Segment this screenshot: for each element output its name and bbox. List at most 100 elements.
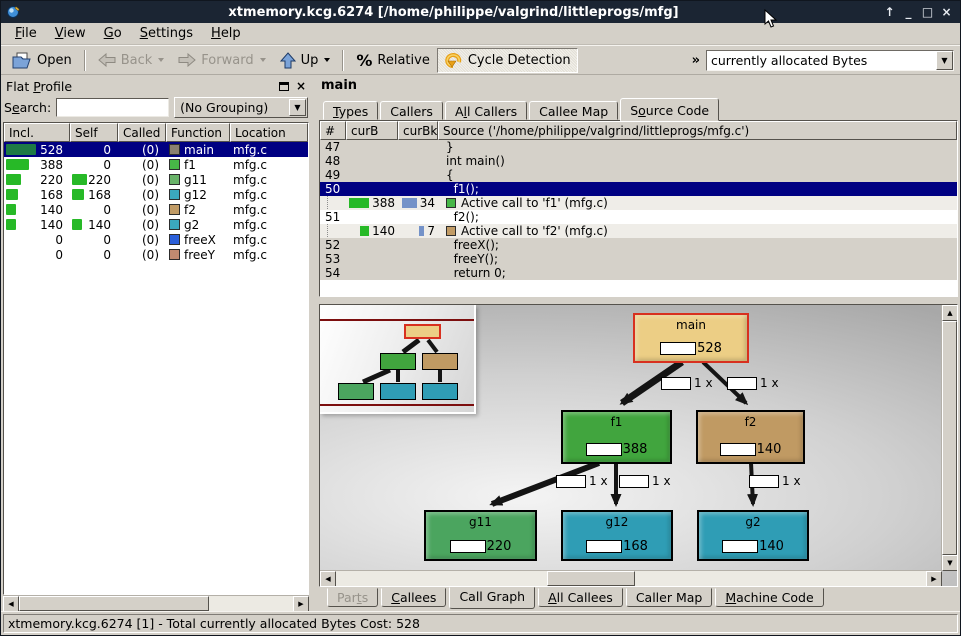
- table-row-freeX[interactable]: 0 0 (0) freeX mfg.c: [4, 232, 308, 247]
- source-line[interactable]: 47}: [320, 140, 957, 154]
- scroll-right-icon[interactable]: ▶: [926, 571, 942, 587]
- source-line[interactable]: 51 f2();: [320, 210, 957, 224]
- dock-close-icon[interactable]: ×: [296, 81, 306, 91]
- scroll-left-icon[interactable]: ◀: [320, 571, 336, 587]
- cycle-detection-button[interactable]: Cycle Detection: [437, 48, 578, 73]
- tab-types[interactable]: Types: [323, 101, 378, 120]
- table-row-g11[interactable]: 220 220 (0) g11 mfg.c: [4, 172, 308, 187]
- tab-parts[interactable]: Parts: [327, 588, 378, 607]
- graph-node-f2[interactable]: f2 140: [696, 410, 805, 464]
- tab-caller-map[interactable]: Caller Map: [626, 588, 713, 607]
- table-row-main[interactable]: 528 0 (0) main mfg.c: [4, 142, 308, 157]
- scroll-thumb[interactable]: [942, 321, 957, 555]
- scroll-thumb[interactable]: [19, 596, 209, 611]
- col-incl[interactable]: Incl.: [4, 123, 70, 142]
- open-button[interactable]: Open: [5, 48, 79, 73]
- tree-branch-icon: [327, 196, 328, 211]
- graph-node-g2[interactable]: g2 140: [697, 510, 809, 561]
- function-color-icon: [446, 198, 456, 208]
- node-label: f2: [745, 415, 757, 429]
- forward-dropdown-icon[interactable]: [260, 58, 266, 62]
- source-line[interactable]: 48int main(): [320, 154, 957, 168]
- function-color-icon: [169, 189, 180, 200]
- graph-hscrollbar[interactable]: ◀ ▶: [320, 570, 942, 586]
- metric-combo[interactable]: currently allocated Bytes ▼: [706, 50, 954, 71]
- maximize-button[interactable]: □: [918, 5, 937, 19]
- menu-view[interactable]: View: [47, 24, 94, 43]
- graph-node-f1[interactable]: f1 388: [561, 410, 672, 464]
- graph-overview-minimap[interactable]: [320, 305, 476, 414]
- up-button[interactable]: Up: [273, 48, 338, 73]
- up-dropdown-icon[interactable]: [324, 58, 330, 62]
- col-source[interactable]: Source ('/home/philippe/valgrind/littlep…: [438, 121, 957, 140]
- source-call-line[interactable]: 140 7 Active call to 'f2' (mfg.c): [320, 224, 957, 238]
- graph-node-g11[interactable]: g11 220: [424, 510, 537, 561]
- status-message: xtmemory.kcg.6274 [1] - Total currently …: [3, 614, 958, 633]
- source-line-selected[interactable]: 50 f1();: [320, 182, 957, 196]
- table-row-f2[interactable]: 140 0 (0) f2 mfg.c: [4, 202, 308, 217]
- tab-machine-code[interactable]: Machine Code: [715, 588, 823, 607]
- close-button[interactable]: ×: [937, 5, 956, 19]
- flat-profile-dock: Flat Profile × Search: (No Grouping) ▼ I…: [3, 77, 309, 611]
- search-label: Search:: [4, 100, 51, 115]
- table-row-g12[interactable]: 168 168 (0) g12 mfg.c: [4, 187, 308, 202]
- node-cost-bar: [586, 540, 622, 553]
- minimap-node-g12: [380, 383, 416, 400]
- menu-go[interactable]: Go: [96, 24, 130, 43]
- tab-callers[interactable]: Callers: [380, 101, 443, 120]
- menu-settings[interactable]: Settings: [132, 24, 201, 43]
- minimize-button[interactable]: _: [899, 5, 918, 19]
- grouping-combo[interactable]: (No Grouping) ▼: [174, 97, 308, 118]
- toolbar-overflow-icon[interactable]: »: [692, 53, 700, 68]
- metric-combo-arrow-icon[interactable]: ▼: [936, 51, 953, 70]
- tab-all-callers[interactable]: All Callers: [445, 101, 527, 120]
- col-called[interactable]: Called: [118, 123, 166, 142]
- mouse-cursor: [764, 9, 778, 29]
- tab-call-graph[interactable]: Call Graph: [449, 587, 535, 609]
- grouping-combo-value: (No Grouping): [180, 100, 268, 115]
- menu-help[interactable]: Help: [203, 24, 249, 43]
- table-row-freeY[interactable]: 0 0 (0) freeY mfg.c: [4, 247, 308, 262]
- col-function[interactable]: Function: [166, 123, 230, 142]
- scroll-right-icon[interactable]: ▶: [293, 596, 309, 612]
- back-dropdown-icon[interactable]: [158, 58, 164, 62]
- col-curb[interactable]: curB: [346, 121, 398, 140]
- source-call-line[interactable]: 388 34 Active call to 'f1' (mfg.c): [320, 196, 957, 210]
- scroll-up-icon[interactable]: ▲: [942, 305, 958, 321]
- graph-vscrollbar[interactable]: ▲ ▼: [941, 305, 957, 571]
- shade-button[interactable]: ↑: [880, 5, 899, 19]
- tab-all-callees[interactable]: All Callees: [538, 588, 623, 607]
- source-line[interactable]: 52 freeX();: [320, 238, 957, 252]
- call-graph-pane[interactable]: main 528 f1 388 f2 140 g11 220 g12 168: [319, 304, 958, 587]
- node-cost-bar: [722, 540, 758, 553]
- tab-source-code[interactable]: Source Code: [620, 98, 719, 121]
- table-row-f1[interactable]: 388 0 (0) f1 mfg.c: [4, 157, 308, 172]
- tab-callee-map[interactable]: Callee Map: [529, 101, 618, 120]
- flat-profile-header: Incl. Self Called Function Location: [4, 123, 308, 142]
- graph-node-g12[interactable]: g12 168: [561, 510, 673, 561]
- source-line[interactable]: 54 return 0;: [320, 266, 957, 280]
- col-location[interactable]: Location: [230, 123, 308, 142]
- dock-float-icon[interactable]: [279, 82, 289, 91]
- col-line-number[interactable]: #: [320, 121, 346, 140]
- scroll-thumb[interactable]: [547, 571, 634, 586]
- source-line[interactable]: 53 freeY();: [320, 252, 957, 266]
- forward-button[interactable]: Forward: [171, 48, 272, 73]
- relative-button[interactable]: % Relative: [349, 48, 436, 73]
- col-self[interactable]: Self: [70, 123, 118, 142]
- back-button[interactable]: Back: [91, 48, 172, 73]
- graph-node-main[interactable]: main 528: [633, 313, 749, 363]
- grouping-combo-arrow-icon[interactable]: ▼: [289, 99, 306, 116]
- flat-profile-hscrollbar[interactable]: ◀ ▶: [3, 595, 309, 611]
- table-row-g2[interactable]: 140 140 (0) g2 mfg.c: [4, 217, 308, 232]
- vertical-splitter[interactable]: [309, 77, 319, 611]
- search-input[interactable]: [56, 98, 169, 117]
- tab-callees[interactable]: Callees: [381, 588, 446, 607]
- scroll-left-icon[interactable]: ◀: [3, 596, 19, 612]
- function-color-icon: [169, 219, 180, 230]
- scroll-down-icon[interactable]: ▼: [942, 555, 958, 571]
- menu-file[interactable]: File: [7, 24, 45, 43]
- horizontal-splitter[interactable]: [319, 297, 958, 304]
- col-curbk[interactable]: curBk: [398, 121, 438, 140]
- source-line[interactable]: 49{: [320, 168, 957, 182]
